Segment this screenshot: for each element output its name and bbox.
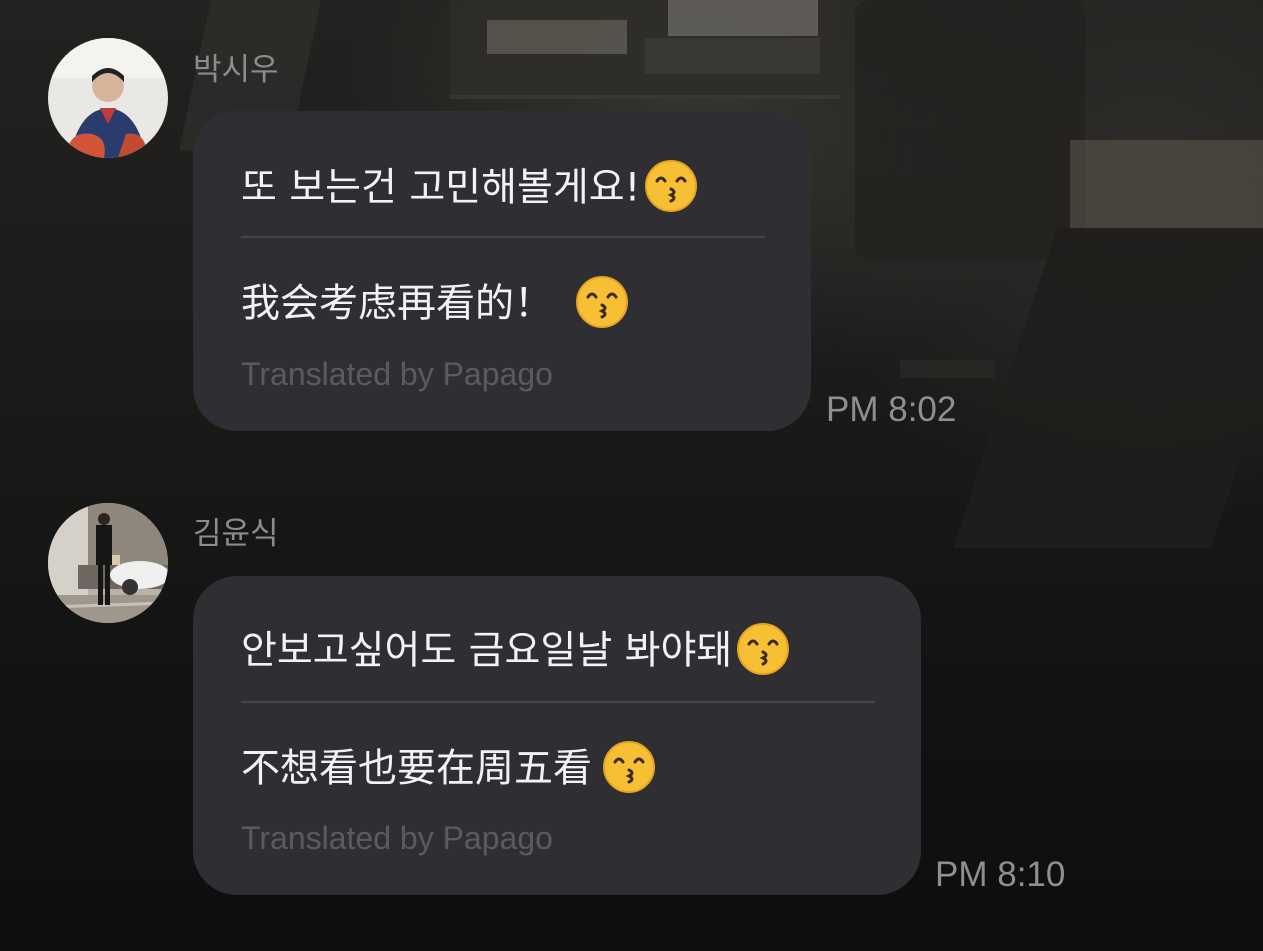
avatar[interactable]	[48, 38, 168, 158]
avatar[interactable]	[48, 503, 168, 623]
kissing-face-smiling-eyes-icon	[644, 159, 698, 213]
bg-paper	[487, 20, 627, 54]
message-original: 안보고싶어도 금요일날 봐야돼	[241, 623, 790, 680]
message-time: PM 8:02	[826, 390, 957, 429]
message-translation: 我会考虑再看的！	[241, 276, 629, 333]
sender-name: 박시우	[193, 52, 279, 88]
message-bubble[interactable]: 안보고싶어도 금요일날 봐야돼 不想看也要在周五看 Translated by …	[193, 576, 921, 895]
message-translation: 不想看也要在周五看	[241, 741, 656, 798]
bg-table	[953, 228, 1263, 548]
sender-name: 김윤식	[193, 516, 279, 552]
translated-by-label: Translated by Papago	[241, 356, 553, 392]
kissing-face-smiling-eyes-icon	[736, 622, 790, 676]
bg-chair-leg	[900, 360, 995, 378]
bg-paper	[668, 0, 818, 36]
bg-chair	[855, 0, 1085, 260]
kissing-face-smiling-eyes-icon	[602, 740, 656, 794]
translation-divider	[241, 236, 765, 238]
translated-by-label: Translated by Papago	[241, 820, 553, 856]
bg-box	[645, 38, 820, 74]
bg-shelf	[1070, 140, 1263, 230]
message-time: PM 8:10	[935, 855, 1066, 894]
kissing-face-smiling-eyes-icon	[575, 275, 629, 329]
message-bubble[interactable]: 또 보는건 고민해볼게요! 我会考虑再看的！ Translated by Pap…	[193, 111, 811, 431]
translation-divider	[241, 701, 875, 703]
message-original: 또 보는건 고민해볼게요!	[241, 160, 698, 217]
